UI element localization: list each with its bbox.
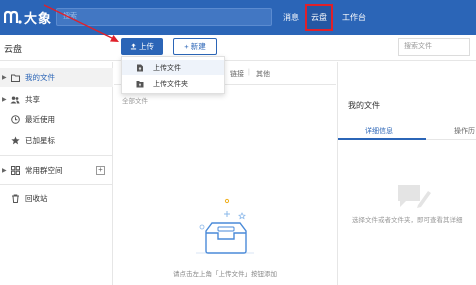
sidebar-item-label: 常用群空间 xyxy=(25,166,63,175)
global-search-input[interactable]: 搜索 xyxy=(56,8,272,26)
breadcrumb[interactable]: 全部文件 xyxy=(122,95,148,105)
upload-button[interactable]: 上传 xyxy=(121,38,163,55)
sidebar-item-starred[interactable]: 已加星标 xyxy=(0,131,113,150)
nav-messages[interactable]: 消息 xyxy=(281,0,301,35)
empty-state-hint: 请点击左上角「上传文件」按钮添加 xyxy=(173,271,277,278)
sidebar-item-label: 共享 xyxy=(25,95,40,104)
details-panel: 我的文件 详细信息 操作历 选择文件或者文件夹，即可查看其详细 xyxy=(337,62,476,285)
trash-icon xyxy=(10,194,20,204)
menu-item-label: 上传文件 xyxy=(153,64,181,72)
sidebar-item-my-files[interactable]: ▶ 我的文件 xyxy=(0,68,113,87)
active-tab-indicator xyxy=(338,138,426,140)
details-hint: 选择文件或者文件夹，即可查看其详细 xyxy=(352,217,463,224)
page-title: 云盘 xyxy=(4,44,23,54)
caret-right-icon[interactable]: ▶ xyxy=(2,74,7,81)
sidebar-item-label: 最近使用 xyxy=(25,115,55,124)
caret-right-icon[interactable]: ▶ xyxy=(2,96,7,103)
tab-details[interactable]: 详细信息 xyxy=(365,126,393,136)
grid-icon xyxy=(10,166,20,176)
upload-label: 上传 xyxy=(139,42,154,51)
upload-menu: 上传文件 上传文件夹 xyxy=(121,56,225,94)
new-button[interactable]: + 新建 xyxy=(173,38,217,55)
sidebar-divider xyxy=(0,155,113,156)
sidebar: ▶ 我的文件 ▶ 共享 最近使用 已加星标 ▶ 常用群空间 + 回收站 xyxy=(0,62,113,285)
nav-workbench[interactable]: 工作台 xyxy=(341,0,367,35)
tab-history[interactable]: 操作历 xyxy=(454,126,475,136)
sidebar-item-label: 回收站 xyxy=(25,194,48,203)
file-search-input[interactable]: 搜索文件 xyxy=(398,38,470,56)
folder-upload-icon xyxy=(136,80,144,87)
menu-item-upload-file[interactable]: 上传文件 xyxy=(122,60,224,75)
top-bar: 大象 搜索 消息 云盘 工作台 xyxy=(0,0,476,35)
menu-item-label: 上传文件夹 xyxy=(153,80,188,88)
details-panel-title: 我的文件 xyxy=(348,101,380,110)
clock-icon xyxy=(10,115,20,125)
menu-item-upload-folder[interactable]: 上传文件夹 xyxy=(122,76,224,91)
sidebar-item-group-spaces[interactable]: ▶ 常用群空间 + xyxy=(0,161,113,180)
nav-cloud-drive[interactable]: 云盘 xyxy=(305,4,333,31)
sidebar-item-recent[interactable]: 最近使用 xyxy=(0,110,113,129)
sidebar-item-shared[interactable]: ▶ 共享 xyxy=(0,90,113,109)
tab-links[interactable]: 链接 xyxy=(230,69,244,79)
upload-icon xyxy=(130,43,137,50)
app-name: 大象 xyxy=(24,10,53,26)
people-icon xyxy=(10,95,20,105)
toolbar: 云盘 上传 + 新建 搜索文件 xyxy=(0,35,476,61)
comment-edit-icon xyxy=(398,185,431,208)
add-group-space-button[interactable]: + xyxy=(96,166,105,175)
file-list-area: 链接 | 其他 全部文件 请点击左上角「上传文件」按钮添加 xyxy=(114,62,336,285)
sidebar-divider xyxy=(0,184,113,185)
sidebar-item-label: 已加星标 xyxy=(25,136,55,145)
logo-icon xyxy=(4,10,22,24)
sidebar-item-label: 我的文件 xyxy=(25,73,55,82)
star-icon xyxy=(10,136,20,146)
app-logo[interactable]: 大象 xyxy=(4,7,52,27)
sidebar-item-trash[interactable]: 回收站 xyxy=(0,189,113,208)
caret-right-icon[interactable]: ▶ xyxy=(2,167,7,174)
empty-folder-icon xyxy=(196,198,254,254)
folder-icon xyxy=(10,73,20,83)
tab-other[interactable]: 其他 xyxy=(256,69,270,79)
file-upload-icon xyxy=(137,64,143,71)
tab-separator: | xyxy=(248,69,250,76)
